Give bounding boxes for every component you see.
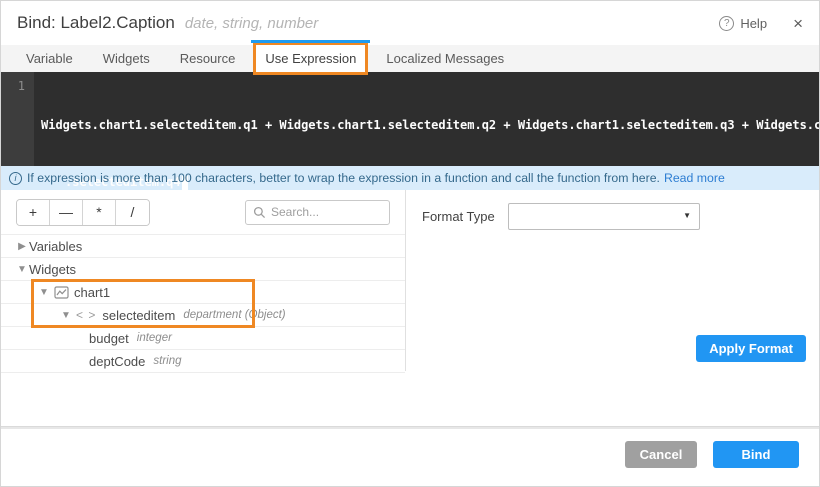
code-line-1: Widgets.chart1.selecteditem.q1 + Widgets… xyxy=(41,118,820,132)
chevron-down-icon[interactable]: ▼ xyxy=(37,287,51,298)
line-chart-icon xyxy=(54,286,69,299)
object-brackets-icon: < > xyxy=(76,308,96,322)
line-number: 1 xyxy=(1,79,25,93)
tab-resource[interactable]: Resource xyxy=(171,45,245,72)
titlebar: Bind: Label2.Caption date, string, numbe… xyxy=(1,1,819,45)
multiply-operator-button[interactable]: * xyxy=(83,200,116,225)
tree-item-chart1[interactable]: ▼ chart1 xyxy=(1,281,405,304)
page-title: Bind: Label2.Caption xyxy=(17,13,175,33)
main-area: + — * / ▶ Variables xyxy=(1,190,819,371)
close-icon[interactable]: × xyxy=(793,15,803,32)
footer: Cancel Bind xyxy=(1,429,819,485)
format-type-label: Format Type xyxy=(422,209,508,224)
apply-format-button[interactable]: Apply Format xyxy=(696,335,806,362)
tree-item-variables[interactable]: ▶ Variables xyxy=(1,235,405,258)
tab-widgets[interactable]: Widgets xyxy=(94,45,159,72)
tree-item-label: chart1 xyxy=(74,285,110,300)
tree-item-label: budget xyxy=(89,331,129,346)
help-button[interactable]: ? Help xyxy=(719,16,767,31)
tab-variable[interactable]: Variable xyxy=(17,45,82,72)
format-pane: Format Type ▼ Apply Format xyxy=(406,190,819,371)
chevron-down-icon[interactable]: ▼ xyxy=(15,264,29,275)
tree-toolbar: + — * / xyxy=(1,190,405,234)
tabbar: Variable Widgets Resource Use Expression… xyxy=(1,45,819,72)
tree-item-type: string xyxy=(153,355,181,367)
tree-item-deptcode[interactable]: deptCode string xyxy=(1,350,405,373)
chevron-down-icon[interactable]: ▼ xyxy=(59,310,73,321)
tree-item-label: deptCode xyxy=(89,354,145,369)
tab-use-expression[interactable]: Use Expression xyxy=(256,45,365,72)
editor-gutter: 1 xyxy=(1,72,34,166)
info-icon: i xyxy=(9,172,22,185)
tree-item-label: Widgets xyxy=(29,262,76,277)
cancel-button[interactable]: Cancel xyxy=(625,441,697,468)
operator-button-group: + — * / xyxy=(16,199,150,226)
expression-code[interactable]: Widgets.chart1.selecteditem.q1 + Widgets… xyxy=(34,72,820,166)
bottom-spacer xyxy=(1,371,819,426)
divide-operator-button[interactable]: / xyxy=(116,200,149,225)
tree-item-type: department (Object) xyxy=(183,309,285,321)
tree-item-widgets[interactable]: ▼ Widgets xyxy=(1,258,405,281)
tab-localized-messages[interactable]: Localized Messages xyxy=(377,45,513,72)
tree-item-selecteditem[interactable]: ▼ < > selecteditem department (Object) xyxy=(1,304,405,327)
dropdown-caret-icon: ▼ xyxy=(683,211,691,220)
minus-operator-button[interactable]: — xyxy=(50,200,83,225)
search-input[interactable] xyxy=(271,205,382,219)
allowed-types-hint: date, string, number xyxy=(185,15,318,32)
help-icon: ? xyxy=(719,16,734,31)
expression-editor[interactable]: 1 Widgets.chart1.selecteditem.q1 + Widge… xyxy=(1,72,819,166)
info-text: If expression is more than 100 character… xyxy=(27,171,660,185)
search-icon xyxy=(253,206,266,219)
bind-tree: ▶ Variables ▼ Widgets ▼ chart1 xyxy=(1,234,405,373)
tree-item-type: integer xyxy=(137,332,172,344)
tree-item-budget[interactable]: budget integer xyxy=(1,327,405,350)
help-label: Help xyxy=(740,16,767,31)
bind-dialog: Bind: Label2.Caption date, string, numbe… xyxy=(0,0,820,487)
format-type-select[interactable]: ▼ xyxy=(508,203,700,230)
read-more-link[interactable]: Read more xyxy=(664,171,725,185)
bind-button[interactable]: Bind xyxy=(713,441,799,468)
bind-tree-pane: + — * / ▶ Variables xyxy=(1,190,406,371)
search-box[interactable] xyxy=(245,200,390,225)
plus-operator-button[interactable]: + xyxy=(17,200,50,225)
tree-item-label: selecteditem xyxy=(102,308,175,323)
chevron-right-icon[interactable]: ▶ xyxy=(15,241,29,252)
tree-item-label: Variables xyxy=(29,239,82,254)
